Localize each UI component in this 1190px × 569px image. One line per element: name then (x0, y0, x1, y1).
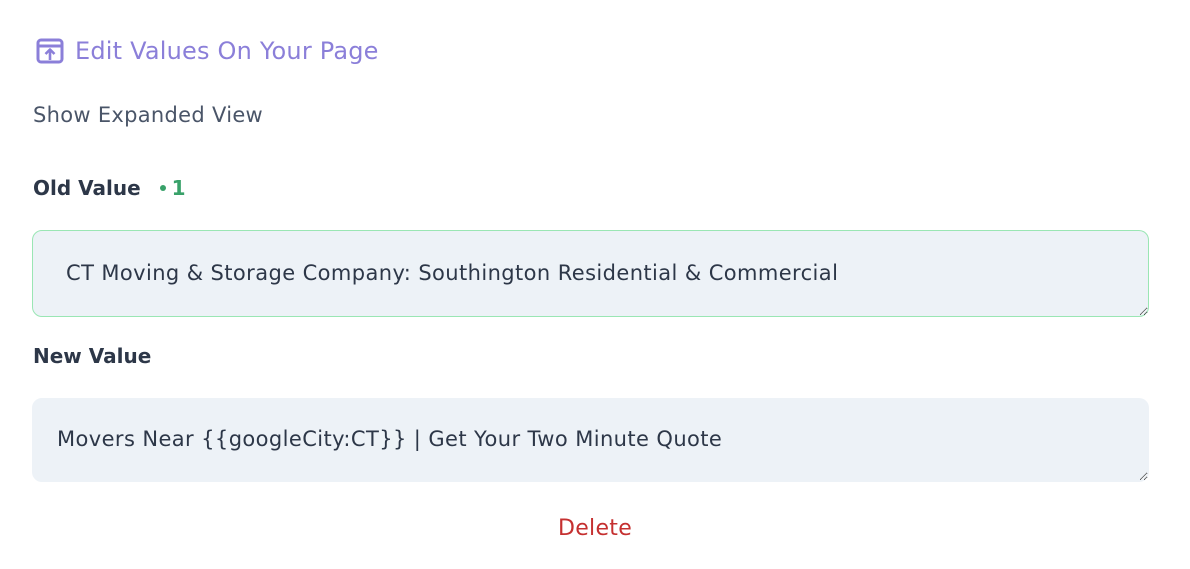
new-value-field[interactable] (32, 398, 1149, 482)
status-dot-icon (159, 184, 166, 191)
new-value-label: New Value (33, 344, 152, 368)
old-value-count: 1 (171, 176, 186, 200)
old-value-field[interactable] (32, 230, 1149, 317)
show-expanded-view-toggle[interactable]: Show Expanded View (33, 103, 263, 127)
old-value-label: Old Value 1 (33, 176, 186, 200)
edit-values-link-label: Edit Values On Your Page (75, 37, 379, 65)
edit-values-panel: Edit Values On Your Page Show Expanded V… (0, 0, 1190, 569)
open-in-new-window-icon (35, 36, 65, 66)
edit-values-link[interactable]: Edit Values On Your Page (35, 36, 379, 66)
old-value-label-text: Old Value (33, 176, 141, 200)
delete-button[interactable]: Delete (0, 516, 1190, 541)
old-value-count-badge: 1 (159, 176, 186, 200)
